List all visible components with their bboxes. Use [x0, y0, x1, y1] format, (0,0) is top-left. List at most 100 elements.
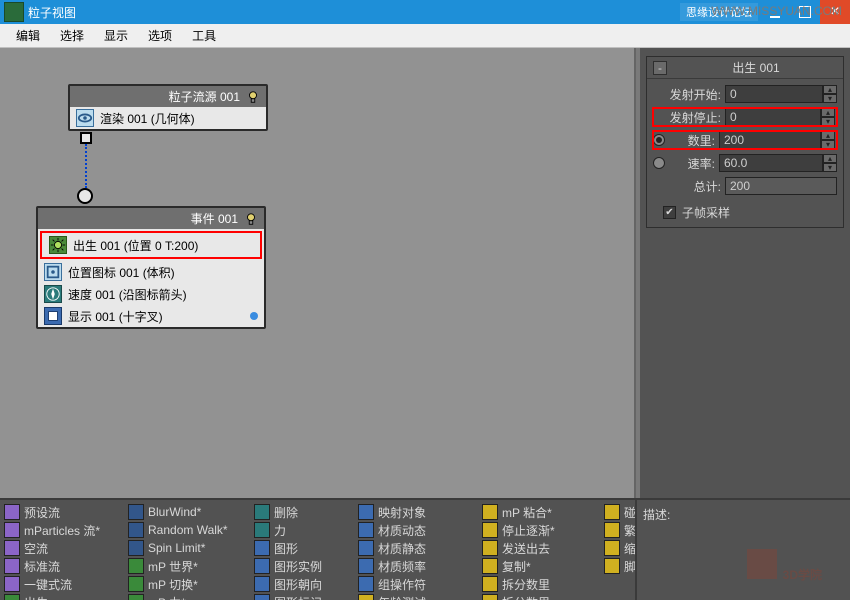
op-copy[interactable]: 复制*	[482, 558, 606, 575]
menu-select[interactable]: 选择	[50, 27, 94, 44]
chev-down-icon[interactable]: ▾	[823, 163, 837, 172]
chev-up-icon[interactable]: ▴	[823, 85, 837, 94]
port-out[interactable]	[80, 132, 92, 144]
op-render-label: 渲染 001 (几何体)	[100, 110, 195, 127]
op-split-amount[interactable]: 拆分数里	[482, 576, 606, 593]
connector-line	[85, 144, 87, 188]
op-position-label: 位置图标 001 (体积)	[68, 264, 175, 281]
chev-up-icon[interactable]: ▴	[821, 108, 835, 117]
op-preset-flow[interactable]: 预设流	[4, 504, 128, 521]
op-icon	[254, 540, 270, 556]
op-mpforce[interactable]: mP 力*	[128, 594, 252, 600]
node-canvas[interactable]: 粒子流源 001 渲染 001 (几何体) 事件 001	[0, 48, 636, 498]
op-oneclick-flow[interactable]: 一键式流	[4, 576, 128, 593]
op-mat-freq[interactable]: 材质频率	[358, 558, 482, 575]
node-event[interactable]: 事件 001 出生 001 (位置 0 T:200) 位置图标 001 (体积)	[36, 206, 266, 329]
op-randomwalk[interactable]: Random Walk*	[128, 522, 252, 538]
chev-up-icon[interactable]: ▴	[821, 131, 835, 140]
spinner-emit-stop[interactable]: 0 ▴▾	[725, 108, 835, 126]
op-position[interactable]: 位置图标 001 (体积)	[38, 261, 264, 283]
op-speed[interactable]: 速度 001 (沿图标箭头)	[38, 283, 264, 305]
op-mparticles-flow[interactable]: mParticles 流*	[4, 522, 128, 539]
val-emit-start[interactable]: 0	[725, 85, 823, 103]
op-spawn[interactable]: 繁	[604, 522, 635, 539]
op-blurwind[interactable]: BlurWind*	[128, 504, 252, 520]
op-group[interactable]: 组操作符	[358, 576, 482, 593]
op-icon	[254, 504, 270, 520]
flow-icon	[4, 558, 20, 574]
op-icon	[358, 540, 374, 556]
op-icon	[482, 594, 498, 600]
op-birth[interactable]: 出生 001 (位置 0 T:200)	[43, 234, 259, 256]
op-render[interactable]: 渲染 001 (几何体)	[70, 107, 266, 129]
spinner-rate[interactable]: 60.0 ▴▾	[719, 154, 837, 172]
op-mpswitch[interactable]: mP 切换*	[128, 576, 252, 593]
collapse-icon[interactable]: -	[653, 61, 667, 75]
val-rate[interactable]: 60.0	[719, 154, 823, 172]
op-icon	[604, 540, 620, 556]
op-display-label: 显示 001 (十字叉)	[68, 308, 163, 325]
chev-down-icon[interactable]: ▾	[821, 140, 835, 149]
op-icon	[358, 558, 374, 574]
val-count[interactable]: 200	[719, 131, 821, 149]
op-script[interactable]: 脚	[604, 558, 635, 575]
radio-rate[interactable]	[653, 157, 665, 169]
op-icon	[358, 522, 374, 538]
bulb-icon[interactable]	[244, 212, 258, 226]
op-mp-glue[interactable]: mP 粘合*	[482, 504, 606, 521]
node-event-header[interactable]: 事件 001	[38, 208, 264, 229]
node-pf-source[interactable]: 粒子流源 001 渲染 001 (几何体)	[68, 84, 268, 131]
op-standard-flow[interactable]: 标准流	[4, 558, 128, 575]
op-mpworld[interactable]: mP 世界*	[128, 558, 252, 575]
watermark-right: WWW.MISSYUAN.COM	[711, 4, 842, 18]
chev-down-icon[interactable]: ▾	[823, 94, 837, 103]
menu-bar: 编辑 选择 显示 选项 工具	[0, 24, 850, 48]
op-split-amount2[interactable]: 拆分数里	[482, 594, 606, 600]
radio-count[interactable]	[653, 134, 665, 146]
op-icon	[254, 558, 270, 574]
op-display[interactable]: 显示 001 (十字叉)	[38, 305, 264, 327]
op-icon	[128, 594, 144, 600]
op-icon	[128, 522, 144, 538]
op-sendout[interactable]: 发送出去	[482, 540, 606, 557]
op-mat-static[interactable]: 材质静态	[358, 540, 482, 557]
checkbox-subframe[interactable]: ✔	[663, 206, 676, 219]
chev-up-icon[interactable]: ▴	[823, 154, 837, 163]
chev-down-icon[interactable]: ▾	[821, 117, 835, 126]
sun-icon	[4, 594, 20, 600]
op-icon	[128, 504, 144, 520]
spinner-emit-start[interactable]: 0 ▴▾	[725, 85, 837, 103]
watermark-logo: 3D学院	[747, 549, 822, 586]
val-emit-stop[interactable]: 0	[725, 108, 821, 126]
node-pf-source-header[interactable]: 粒子流源 001	[70, 86, 266, 107]
op-mapping-object[interactable]: 映射对象	[358, 504, 482, 521]
op-birth[interactable]: 出生	[4, 594, 128, 600]
op-icon	[254, 576, 270, 592]
spinner-count[interactable]: 200 ▴▾	[719, 131, 835, 149]
operator-palette[interactable]: 预设流 mParticles 流* 空流 标准流 一键式流 出生 BlurWin…	[0, 498, 635, 600]
menu-tools[interactable]: 工具	[182, 27, 226, 44]
display-dot-icon	[250, 312, 258, 320]
bulb-icon[interactable]	[246, 90, 260, 104]
op-collision[interactable]: 碰	[604, 504, 635, 521]
op-icon	[482, 522, 498, 538]
op-age-test[interactable]: 年龄测试	[358, 594, 482, 600]
lbl-emit-start: 发射开始:	[653, 86, 721, 103]
panel-title: 出生 001	[675, 59, 837, 76]
port-in[interactable]	[77, 188, 93, 204]
menu-options[interactable]: 选项	[138, 27, 182, 44]
op-spinlimit[interactable]: Spin Limit*	[128, 540, 252, 556]
eye-icon	[76, 109, 94, 127]
field-total: 总计: 200	[653, 177, 837, 195]
op-mat-dynamic[interactable]: 材质动态	[358, 522, 482, 539]
op-stop-grad[interactable]: 停止逐渐*	[482, 522, 606, 539]
menu-display[interactable]: 显示	[94, 27, 138, 44]
op-empty-flow[interactable]: 空流	[4, 540, 128, 557]
op-scale[interactable]: 缩	[604, 540, 635, 557]
menu-edit[interactable]: 编辑	[6, 27, 50, 44]
position-icon	[44, 263, 62, 281]
panel-header[interactable]: - 出生 001	[647, 57, 843, 79]
op-icon	[482, 558, 498, 574]
field-rate: 速率: 60.0 ▴▾	[653, 154, 837, 172]
node-event-title: 事件 001	[191, 210, 238, 227]
